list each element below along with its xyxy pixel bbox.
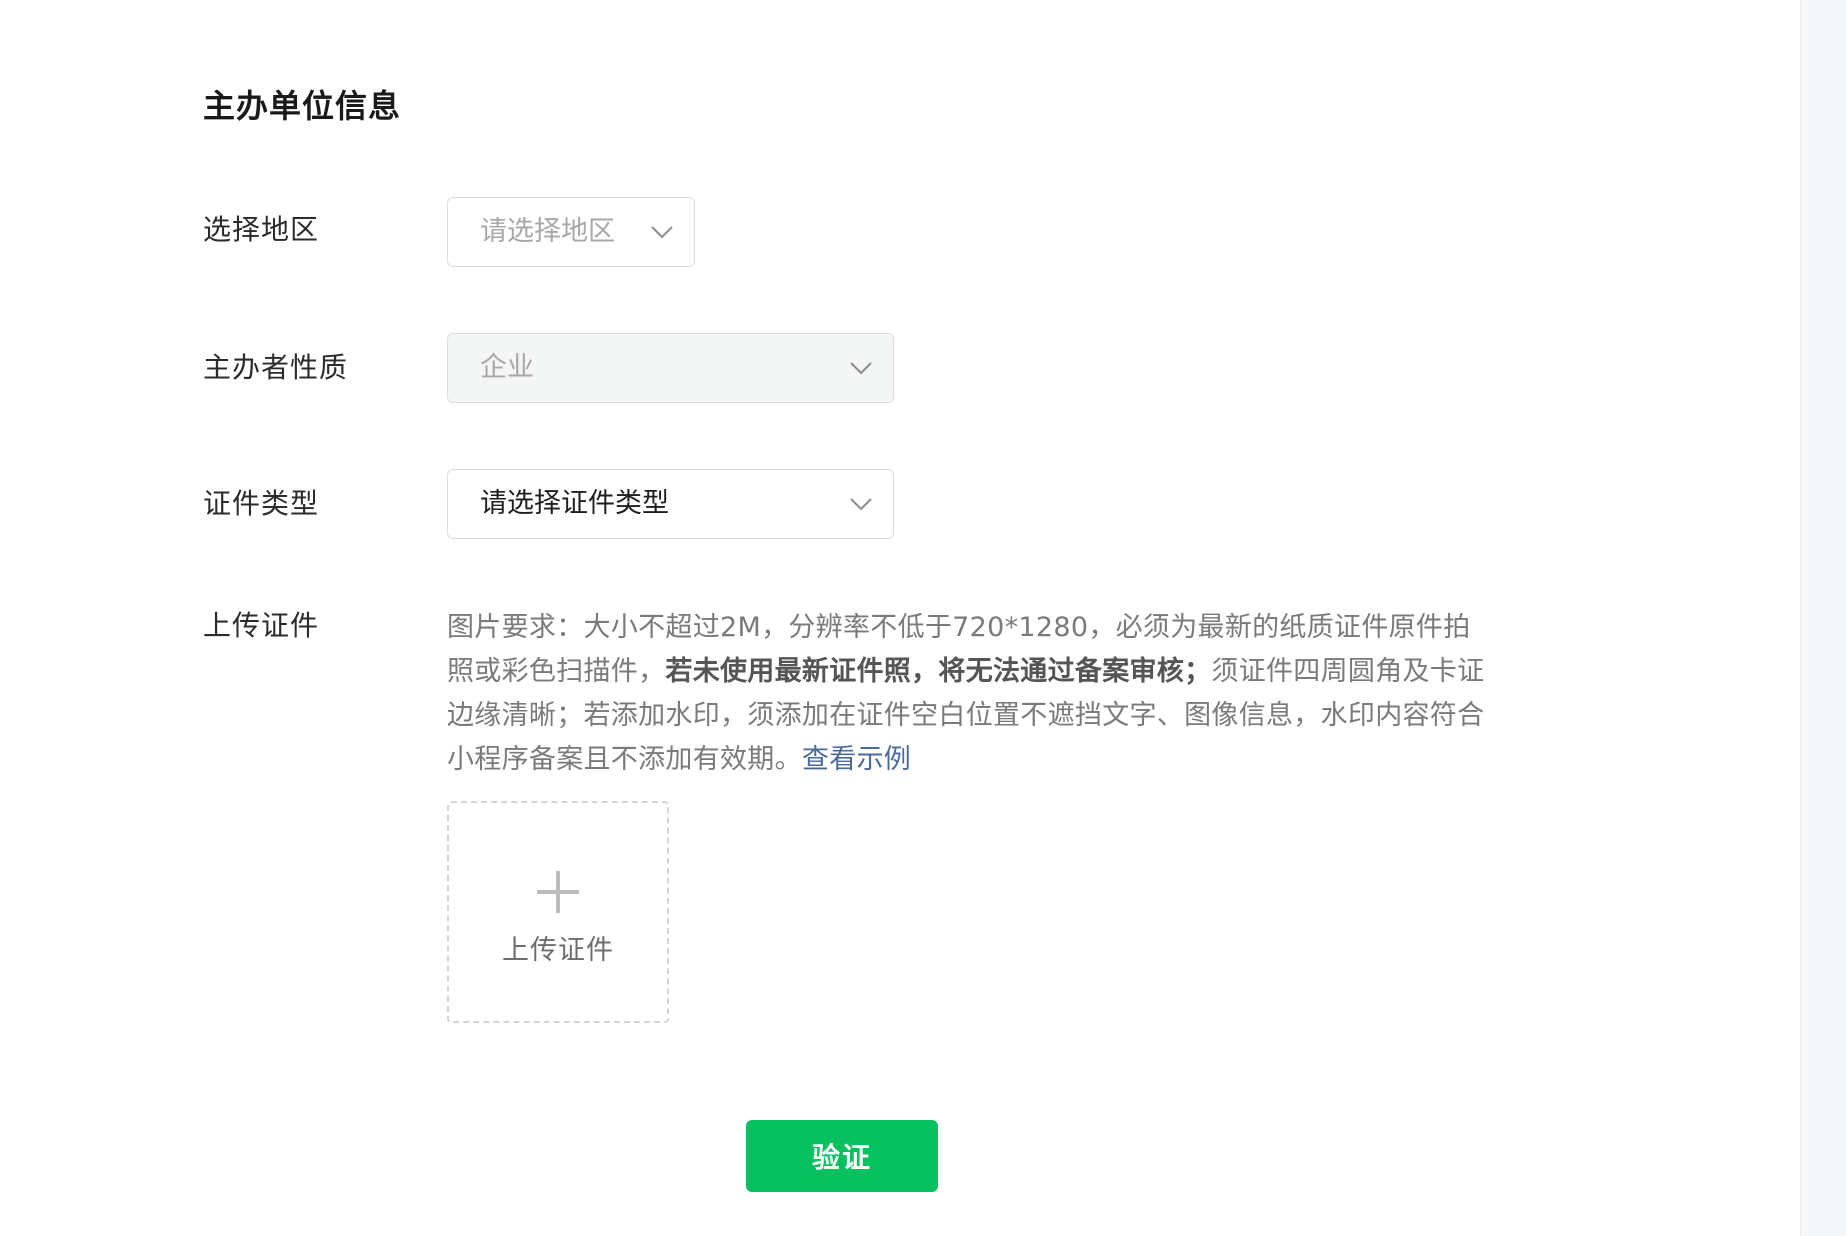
region-label: 选择地区 bbox=[203, 213, 320, 246]
region-select[interactable]: 请选择地区 bbox=[447, 197, 695, 267]
organizer-nature-value: 企业 bbox=[480, 352, 534, 383]
plus-icon bbox=[537, 871, 579, 913]
upload-requirements: 图片要求：大小不超过2M，分辨率不低于720*1280，必须为最新的纸质证件原件… bbox=[447, 606, 1487, 782]
requirement-warning: 若未使用最新证件照，将无法通过备案审核； bbox=[665, 656, 1212, 687]
organizer-nature-select[interactable]: 企业 bbox=[447, 333, 894, 403]
section-title: 主办单位信息 bbox=[203, 87, 402, 125]
certificate-type-label: 证件类型 bbox=[203, 487, 320, 520]
verify-button[interactable]: 验证 bbox=[746, 1120, 938, 1192]
upload-certificate-button[interactable]: 上传证件 bbox=[447, 801, 669, 1023]
certificate-type-select[interactable]: 请选择证件类型 bbox=[447, 469, 894, 539]
organizer-nature-label: 主办者性质 bbox=[203, 351, 349, 384]
upload-label: 上传证件 bbox=[203, 609, 320, 642]
certificate-type-value: 请选择证件类型 bbox=[480, 488, 669, 519]
upload-button-label: 上传证件 bbox=[502, 935, 614, 966]
chevron-down-icon bbox=[850, 498, 872, 511]
form-card: 主办单位信息 选择地区 请选择地区 主办者性质 企业 证件类型 请选择证件类型 … bbox=[0, 0, 1801, 1236]
chevron-down-icon bbox=[850, 362, 872, 375]
view-example-link[interactable]: 查看示例 bbox=[802, 744, 911, 775]
chevron-down-icon bbox=[651, 226, 673, 239]
region-select-placeholder: 请选择地区 bbox=[480, 216, 615, 247]
